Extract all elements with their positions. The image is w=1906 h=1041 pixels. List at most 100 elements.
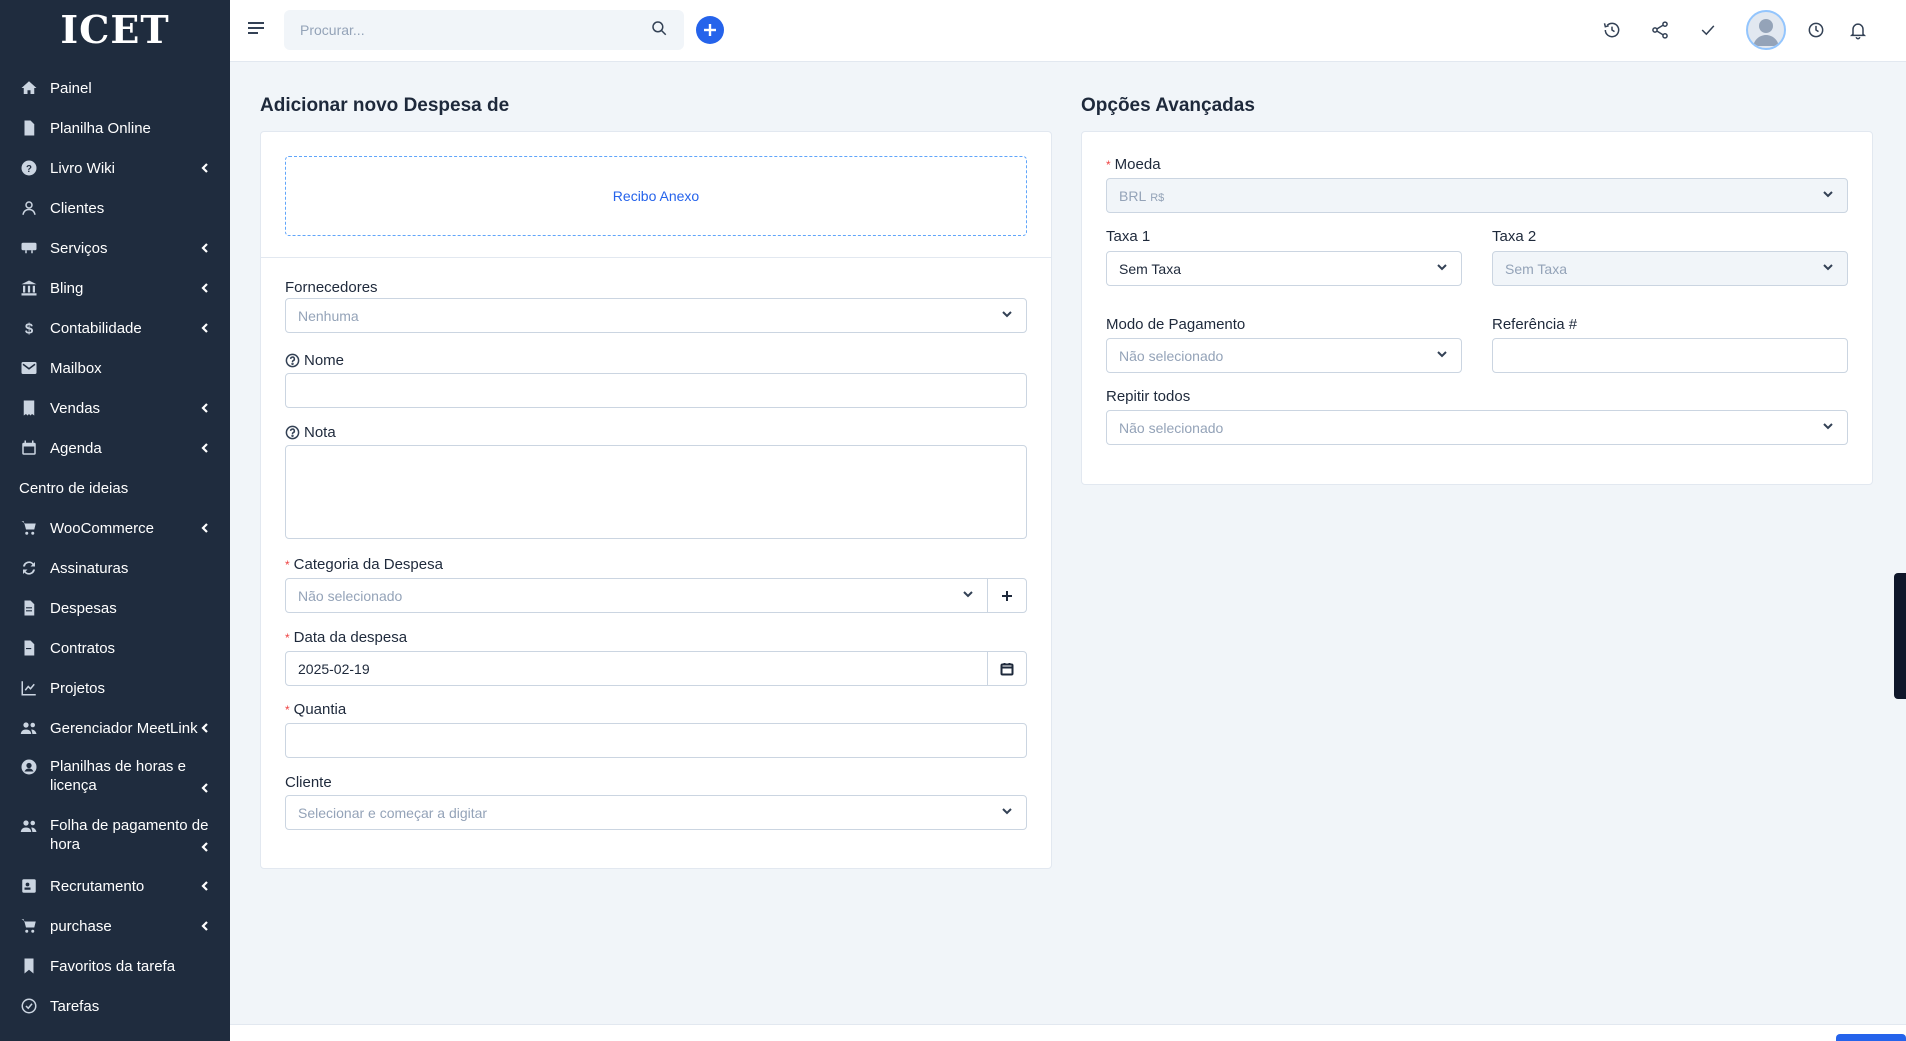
category-select[interactable]: Não selecionado <box>285 578 988 613</box>
sidebar-item-label: Painel <box>50 79 92 97</box>
sidebar-item-label: Planilha Online <box>50 119 151 137</box>
customer-label: Cliente <box>285 774 332 791</box>
check-icon[interactable] <box>1696 18 1720 42</box>
sidebar-item-vendas[interactable]: Vendas <box>0 388 230 428</box>
sidebar-item-despesas[interactable]: Despesas <box>0 588 230 628</box>
note-label: Nota <box>285 424 336 441</box>
sidebar-item-woocommerce[interactable]: WooCommerce <box>0 508 230 548</box>
advanced-title: Opções Avançadas <box>1081 95 1255 116</box>
reference-input[interactable] <box>1492 338 1848 373</box>
top-header <box>230 0 1906 62</box>
sidebar-item-assinaturas[interactable]: Assinaturas <box>0 548 230 588</box>
sidebar-item-planilha-online[interactable]: Planilha Online <box>0 108 230 148</box>
name-input[interactable] <box>285 373 1027 408</box>
svg-text:?: ? <box>26 164 32 175</box>
date-label: * Data da despesa <box>285 629 408 646</box>
sidebar-item-painel[interactable]: Painel <box>0 68 230 108</box>
footer-bar <box>230 1024 1906 1041</box>
quick-add-button[interactable] <box>696 16 724 44</box>
repeat-select[interactable]: Não selecionado <box>1106 410 1848 445</box>
note-textarea[interactable] <box>285 445 1027 539</box>
sidebar-item-agenda[interactable]: Agenda <box>0 428 230 468</box>
cart-icon <box>19 518 39 538</box>
sidebar-item-label: purchase <box>50 917 112 935</box>
sidebar-nav: Painel Planilha Online ? Livro Wiki Clientes… <box>0 58 230 1026</box>
share-icon[interactable] <box>1648 18 1672 42</box>
sidebar-item-contabilidade[interactable]: $ Contabilidade <box>0 308 230 348</box>
vendor-select[interactable]: Nenhuma <box>285 298 1027 333</box>
sidebar-item-livro-wiki[interactable]: ? Livro Wiki <box>0 148 230 188</box>
sidebar-item-clientes[interactable]: Clientes <box>0 188 230 228</box>
save-button[interactable] <box>1836 1034 1906 1041</box>
history-icon[interactable] <box>1600 18 1624 42</box>
sidebar-item-centro-de-ideias[interactable]: Centro de ideias <box>0 468 230 508</box>
sidebar-item-label: Mailbox <box>50 359 102 377</box>
reference-label: Referência # <box>1492 316 1578 333</box>
users-icon <box>19 816 39 836</box>
side-widget-toolbar[interactable] <box>1894 573 1906 699</box>
bookmark-icon <box>19 956 39 976</box>
home-icon <box>19 78 39 98</box>
search-icon[interactable] <box>650 19 668 41</box>
amount-input[interactable] <box>285 723 1027 758</box>
payment-mode-select[interactable]: Não selecionado <box>1106 338 1462 373</box>
chevron-down-icon <box>1821 419 1835 436</box>
sidebar-item-label: Serviços <box>50 239 108 257</box>
sidebar-item-recrutamento[interactable]: Recrutamento <box>0 866 230 906</box>
chevron-down-icon <box>1435 347 1449 364</box>
tax2-select[interactable]: Sem Taxa <box>1492 251 1848 286</box>
sidebar-item-projetos[interactable]: Projetos <box>0 668 230 708</box>
sidebar-item-gerenciador-meetlink[interactable]: Gerenciador MeetLink <box>0 708 230 748</box>
bell-icon[interactable] <box>1846 18 1870 42</box>
customer-select[interactable]: Selecionar e começar a digitar <box>285 795 1027 830</box>
sidebar-item-serviços[interactable]: Serviços <box>0 228 230 268</box>
envelope-icon <box>19 358 39 378</box>
sidebar-item-label: Assinaturas <box>50 559 129 577</box>
sidebar-item-planilhas-de-horas-e-licença[interactable]: Planilhas de horas e licença <box>0 748 230 807</box>
help-icon[interactable] <box>285 353 300 368</box>
sidebar-item-bling[interactable]: Bling <box>0 268 230 308</box>
add-category-button[interactable] <box>987 578 1027 613</box>
chevron-down-icon <box>1821 187 1835 204</box>
chevron-left-icon <box>198 401 212 415</box>
chevron-down-icon <box>1435 260 1449 277</box>
clock-icon[interactable] <box>1804 18 1828 42</box>
chevron-down-icon <box>1000 804 1014 821</box>
sidebar-item-label: Projetos <box>50 679 106 697</box>
sidebar-item-label: Bling <box>50 279 84 297</box>
ticket-icon <box>19 238 39 258</box>
app-logo[interactable]: ICET <box>0 0 230 58</box>
contract-icon <box>19 638 39 658</box>
tax1-select[interactable]: Sem Taxa <box>1106 251 1462 286</box>
search-input[interactable] <box>300 22 650 38</box>
required-marker: * <box>285 702 290 717</box>
chevron-left-icon <box>198 241 212 255</box>
sidebar: ICET Painel Planilha Online ? Livro Wiki Cli… <box>0 0 230 1041</box>
sidebar-item-label: Planilhas de horas e licença <box>50 758 186 794</box>
sidebar-item-purchase[interactable]: purchase <box>0 906 230 946</box>
sidebar-item-contratos[interactable]: Contratos <box>0 628 230 668</box>
menu-toggle-icon[interactable] <box>248 22 264 38</box>
help-icon[interactable] <box>285 425 300 440</box>
calendar-icon <box>19 438 39 458</box>
chart-icon <box>19 678 39 698</box>
id-card-icon <box>19 876 39 896</box>
sidebar-item-tarefas[interactable]: Tarefas <box>0 986 230 1026</box>
check-circle-icon <box>19 996 39 1016</box>
calendar-button[interactable] <box>987 651 1027 686</box>
sidebar-item-label: Favoritos da tarefa <box>50 957 176 975</box>
date-input[interactable]: 2025-02-19 <box>285 651 988 686</box>
sidebar-item-folha-de-pagamento-de-hora[interactable]: Folha de pagamento de hora <box>0 807 230 866</box>
sidebar-item-mailbox[interactable]: Mailbox <box>0 348 230 388</box>
chevron-left-icon <box>198 441 212 455</box>
user-avatar[interactable] <box>1746 10 1786 50</box>
receipt-dropzone[interactable]: Recibo Anexo <box>285 156 1027 236</box>
dollar-icon: $ <box>19 318 39 338</box>
chevron-down-icon <box>1000 307 1014 324</box>
sidebar-item-label: Contratos <box>50 639 116 657</box>
currency-select[interactable]: BRL R$ <box>1106 178 1848 213</box>
refresh-icon <box>19 558 39 578</box>
chevron-left-icon <box>198 879 212 893</box>
sidebar-item-favoritos-da-tarefa[interactable]: Favoritos da tarefa <box>0 946 230 986</box>
sidebar-item-label: Centro de ideias <box>19 479 129 497</box>
